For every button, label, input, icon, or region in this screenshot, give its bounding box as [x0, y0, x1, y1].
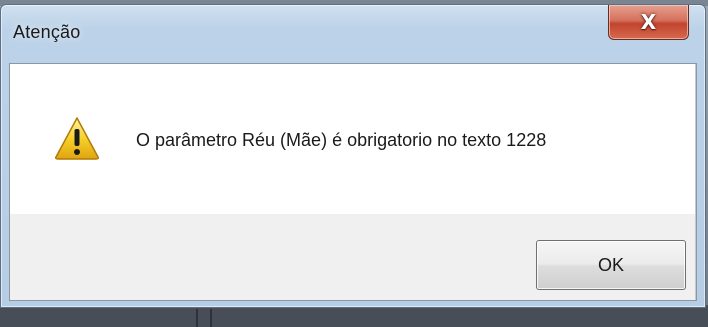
close-button[interactable]: X: [608, 5, 689, 40]
dialog-title: Atenção: [13, 22, 81, 42]
close-icon: X: [640, 10, 657, 34]
message-area: O parâmetro Réu (Mãe) é obrigatorio no t…: [10, 64, 696, 214]
alert-message: O parâmetro Réu (Mãe) é obrigatorio no t…: [136, 130, 547, 150]
dialog-edge: [695, 64, 696, 300]
warning-icon: [55, 117, 99, 160]
dialog-body: O parâmetro Réu (Mãe) é obrigatorio no t…: [9, 63, 697, 301]
background-divider: [210, 309, 212, 327]
background-divider: [196, 309, 198, 327]
alert-dialog: Atenção X O parâmetro Réu (Mãe) é obriga…: [0, 4, 706, 308]
dialog-titlebar[interactable]: Atenção X: [1, 5, 705, 63]
background-window-edge: [0, 305, 708, 327]
ok-button[interactable]: OK: [536, 240, 686, 290]
